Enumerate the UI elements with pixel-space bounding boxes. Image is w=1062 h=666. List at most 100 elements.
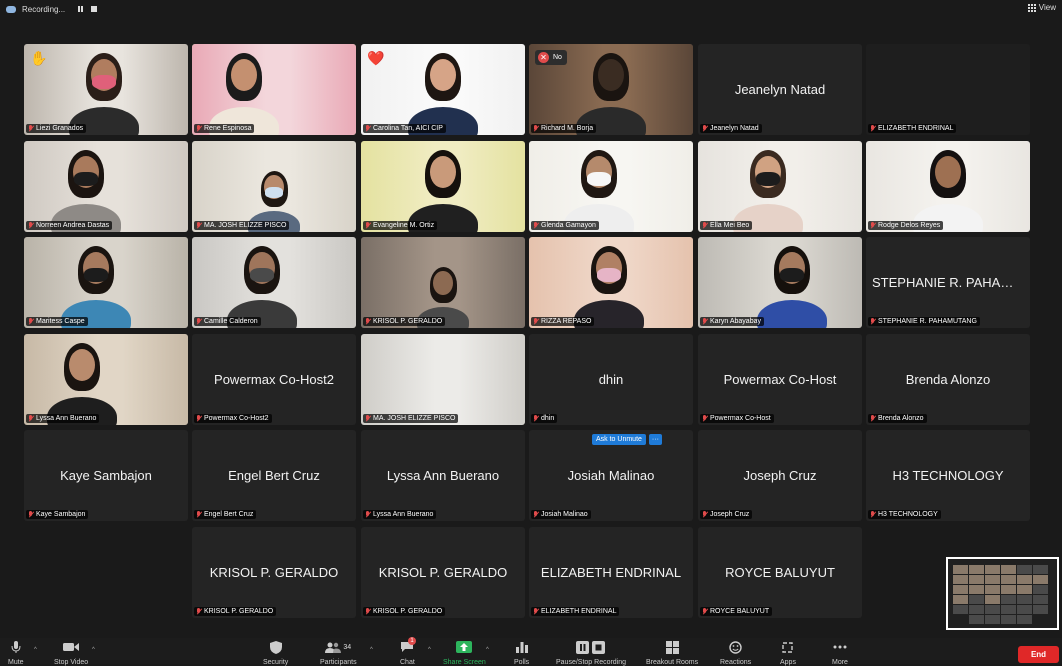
- ask-to-unmute-button[interactable]: Ask to Unmute: [592, 434, 646, 445]
- face-mask: [265, 187, 283, 198]
- thumbnail-cell: [1017, 615, 1032, 624]
- participant-tile-lyssa1[interactable]: Lyssa Ann Buerano: [24, 334, 188, 425]
- participant-name: Brenda Alonzo: [878, 415, 924, 422]
- participant-name: Liezi Granados: [36, 125, 84, 132]
- thumbnail-cell: [1001, 615, 1016, 624]
- muted-mic-icon: [196, 318, 202, 325]
- pause-stop-recording-button[interactable]: Pause/Stop Recording: [556, 640, 626, 666]
- participant-name-label: Joseph Cruz: [700, 510, 753, 519]
- participants-options-caret[interactable]: ^: [370, 647, 373, 653]
- participant-display-name: Powermax Co-Host: [723, 372, 837, 387]
- muted-mic-icon: [870, 415, 876, 422]
- thumbnail-cell: [953, 595, 968, 604]
- mute-button[interactable]: Mute: [8, 640, 24, 666]
- participants-button[interactable]: 34 Participants: [320, 640, 357, 666]
- participant-tile-h3[interactable]: H3 TECHNOLOGY H3 TECHNOLOGY: [866, 430, 1030, 521]
- participant-tile-camille[interactable]: Camille Calderon: [192, 237, 356, 328]
- participant-tile-jeanelyn[interactable]: Jeanelyn Natad Jeanelyn Natad: [698, 44, 862, 135]
- participant-tile-brenda[interactable]: Brenda Alonzo Brenda Alonzo: [866, 334, 1030, 425]
- participant-tile-maritess[interactable]: Maritess Caspe: [24, 237, 188, 328]
- participant-tile-carolina[interactable]: ❤️ Carolina Tan, AICI CIP: [361, 44, 525, 135]
- muted-mic-icon: [870, 222, 876, 229]
- muted-mic-icon: [870, 125, 876, 132]
- participant-display-name: Joseph Cruz: [743, 468, 817, 483]
- polls-button[interactable]: Polls: [514, 640, 529, 666]
- participant-tile-joseph[interactable]: Joseph Cruz Joseph Cruz: [698, 430, 862, 521]
- muted-mic-icon: [702, 415, 708, 422]
- participant-tile-elizabeth2[interactable]: ELIZABETH ENDRINAL ELIZABETH ENDRINAL: [529, 527, 693, 618]
- participant-name: KRISOL P. GERALDO: [373, 608, 443, 615]
- thumbnail-cell: [1001, 595, 1016, 604]
- pause-icon: [77, 6, 83, 12]
- reactions-button[interactable]: Reactions: [720, 640, 751, 666]
- chat-button[interactable]: 1 Chat: [400, 637, 416, 666]
- end-meeting-button[interactable]: End: [1018, 646, 1059, 663]
- chat-options-caret[interactable]: ^: [428, 647, 431, 653]
- participant-name: ELIZABETH ENDRINAL: [878, 125, 954, 132]
- security-button[interactable]: Security: [263, 640, 288, 666]
- muted-mic-icon: [533, 608, 539, 615]
- participant-tile-stephanie[interactable]: STEPHANIE R. PAHAMU... STEPHANIE R. PAHAM…: [866, 237, 1030, 328]
- participant-tile-majosh2[interactable]: MA. JOSH ELIZZE PISCO: [361, 334, 525, 425]
- participant-name-label: Powermax Co-Host2: [194, 414, 272, 423]
- participant-tile-richard[interactable]: ✕ No Richard M. Borja: [529, 44, 693, 135]
- participant-tile-krisol1[interactable]: KRISOL P. GERALDO: [361, 237, 525, 328]
- participant-tile-majosh1[interactable]: MA. JOSH ELIZZE PISCO: [192, 141, 356, 232]
- muted-mic-icon: [365, 318, 371, 325]
- participant-tile-ella[interactable]: Ella Mei Beo: [698, 141, 862, 232]
- participant-tile-glenda[interactable]: Glenda Gamayon: [529, 141, 693, 232]
- muted-mic-icon: [196, 222, 202, 229]
- participant-tile-liezi[interactable]: ✋ Liezi Granados: [24, 44, 188, 135]
- microphone-icon: [11, 640, 21, 654]
- breakout-rooms-button[interactable]: Breakout Rooms: [646, 640, 698, 666]
- share-screen-button[interactable]: Share Screen: [443, 640, 486, 666]
- participant-tile-rene[interactable]: Rene Espinosa: [192, 44, 356, 135]
- video-feed: [192, 141, 356, 232]
- participant-name: Lyssa Ann Buerano: [36, 415, 97, 422]
- share-options-caret[interactable]: ^: [486, 647, 489, 653]
- thumbnail-cell: [953, 565, 968, 574]
- pause-recording-button[interactable]: [75, 4, 85, 14]
- participant-name-label: Rodge Delos Reyes: [868, 221, 944, 230]
- participant-more-button[interactable]: ···: [648, 434, 662, 445]
- video-feed: [192, 237, 356, 328]
- video-options-caret[interactable]: ^: [92, 647, 95, 653]
- stop-recording-button[interactable]: [89, 4, 99, 14]
- participant-tile-krisol3[interactable]: KRISOL P. GERALDO KRISOL P. GERALDO: [361, 527, 525, 618]
- participant-name-label: Glenda Gamayon: [531, 221, 599, 230]
- view-label: View: [1038, 3, 1056, 12]
- participant-tile-royce[interactable]: ROYCE BALUYUT ROYCE BALUYUT: [698, 527, 862, 618]
- participant-tile-lyssa2[interactable]: Lyssa Ann Buerano Lyssa Ann Buerano: [361, 430, 525, 521]
- apps-button[interactable]: Apps: [780, 640, 796, 666]
- participant-display-name: KRISOL P. GERALDO: [209, 565, 339, 580]
- muted-mic-icon: [365, 608, 371, 615]
- audio-options-caret[interactable]: ^: [34, 647, 37, 653]
- participant-tile-powermax[interactable]: Powermax Co-Host Powermax Co-Host: [698, 334, 862, 425]
- participant-name: Jeanelyn Natad: [710, 125, 759, 132]
- video-feed: [24, 44, 188, 135]
- participant-tile-karyn[interactable]: Karyn Abayabay: [698, 237, 862, 328]
- participant-tile-rizza[interactable]: RIZZA REPASO: [529, 237, 693, 328]
- participant-tile-krisol2[interactable]: KRISOL P. GERALDO KRISOL P. GERALDO: [192, 527, 356, 618]
- muted-mic-icon: [533, 318, 539, 325]
- video-feed: [529, 141, 693, 232]
- stop-video-button[interactable]: Stop Video: [54, 640, 88, 666]
- participant-tile-norreen[interactable]: Norreen Andrea Dastas: [24, 141, 188, 232]
- participant-tile-dhin[interactable]: dhin dhin: [529, 334, 693, 425]
- more-button[interactable]: More: [832, 640, 848, 666]
- gallery-thumbnail[interactable]: [946, 557, 1059, 630]
- participant-tile-evangeline[interactable]: Evangeline M. Ortiz: [361, 141, 525, 232]
- view-button[interactable]: View: [1027, 3, 1056, 12]
- participant-name: Powermax Co-Host: [710, 415, 771, 422]
- muted-mic-icon: [28, 511, 34, 518]
- participant-name-label: KRISOL P. GERALDO: [363, 607, 446, 616]
- participant-tile-kaye[interactable]: Kaye Sambajon Kaye Sambajon: [24, 430, 188, 521]
- thumbnail-cell: [969, 595, 984, 604]
- participant-tile-elizabeth1[interactable]: ELIZABETH ENDRINAL: [866, 44, 1030, 135]
- participant-tile-rodge[interactable]: Rodge Delos Reyes: [866, 141, 1030, 232]
- video-feed: [529, 237, 693, 328]
- participant-tile-powermax2[interactable]: Powermax Co-Host2 Powermax Co-Host2: [192, 334, 356, 425]
- participant-display-name: dhin: [598, 372, 624, 387]
- participant-name: RIZZA REPASO: [541, 318, 592, 325]
- participant-tile-engel[interactable]: Engel Bert Cruz Engel Bert Cruz: [192, 430, 356, 521]
